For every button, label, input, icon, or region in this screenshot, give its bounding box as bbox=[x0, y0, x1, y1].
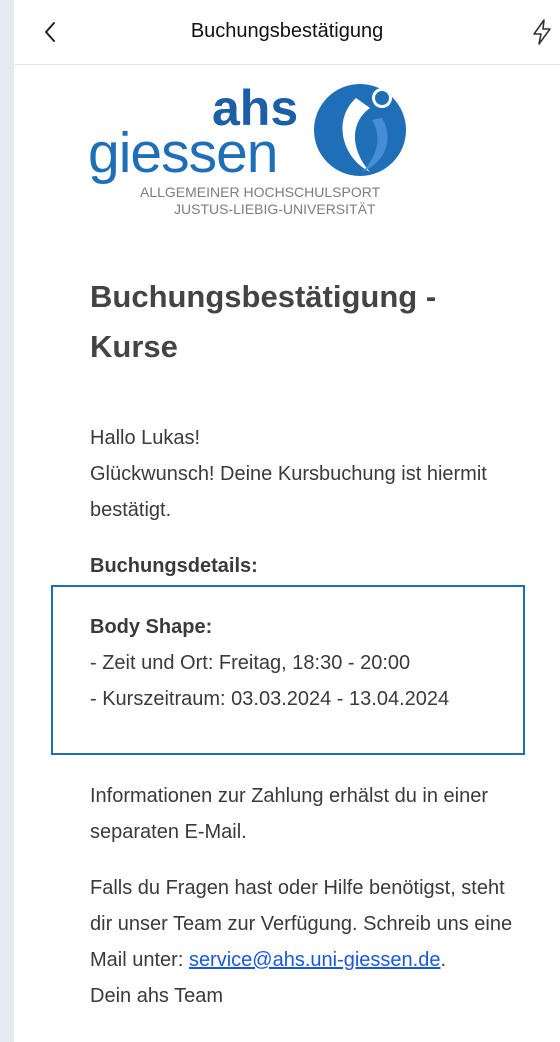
nav-title: Buchungsbestätigung bbox=[190, 20, 384, 42]
course-time-place: - Zeit und Ort: Freitag, 18:30 - 20:00 bbox=[90, 652, 411, 674]
quick-action-button[interactable] bbox=[526, 16, 558, 48]
payment-info-paragraph: Informationen zur Zahlung erhälst du in … bbox=[90, 785, 489, 843]
logo-subtitle-line2: JUSTUS-LIEBIG-UNIVERSITÄT bbox=[174, 201, 376, 217]
ahs-giessen-logo: ahs giessen ALLGEMEINER HOCHSCHULSPORT J… bbox=[84, 80, 414, 230]
booking-details-label: Buchungsdetails: bbox=[90, 555, 258, 577]
email-heading: Buchungsbestätigung - Kurse bbox=[90, 279, 437, 364]
back-button[interactable] bbox=[34, 16, 66, 48]
greeting-salutation: Hallo Lukas! bbox=[90, 427, 201, 449]
greeting-paragraph: Hallo Lukas! Glückwunsch! Deine Kursbuch… bbox=[90, 420, 520, 528]
service-email-link[interactable]: service@ahs.uni-giessen.de bbox=[189, 949, 441, 971]
signature: Dein ahs Team bbox=[90, 985, 224, 1007]
course-period: - Kurszeitraum: 03.03.2024 - 13.04.2024 bbox=[90, 688, 450, 710]
booking-details-box: Body Shape: - Zeit und Ort: Freitag, 18:… bbox=[51, 585, 525, 755]
greeting-confirmation: Glückwunsch! Deine Kursbuchung ist hierm… bbox=[90, 463, 487, 521]
navigation-bar: Buchungsbestätigung bbox=[14, 0, 560, 65]
lightning-icon bbox=[533, 19, 551, 45]
help-suffix: . bbox=[440, 949, 447, 971]
logo-athlete-mark bbox=[314, 84, 406, 176]
booking-details-content: Body Shape: - Zeit und Ort: Freitag, 18:… bbox=[90, 609, 510, 717]
course-name: Body Shape: bbox=[90, 616, 213, 638]
chevron-left-icon bbox=[45, 22, 55, 42]
help-paragraph: Falls du Fragen hast oder Hilfe benötigs… bbox=[90, 870, 520, 1014]
logo-subtitle-line1: ALLGEMEINER HOCHSCHULSPORT bbox=[140, 184, 381, 200]
logo-text-giessen: giessen bbox=[88, 121, 278, 185]
email-screen: Buchungsbestätigung ahs giessen ALLGEMEI… bbox=[14, 0, 560, 1042]
